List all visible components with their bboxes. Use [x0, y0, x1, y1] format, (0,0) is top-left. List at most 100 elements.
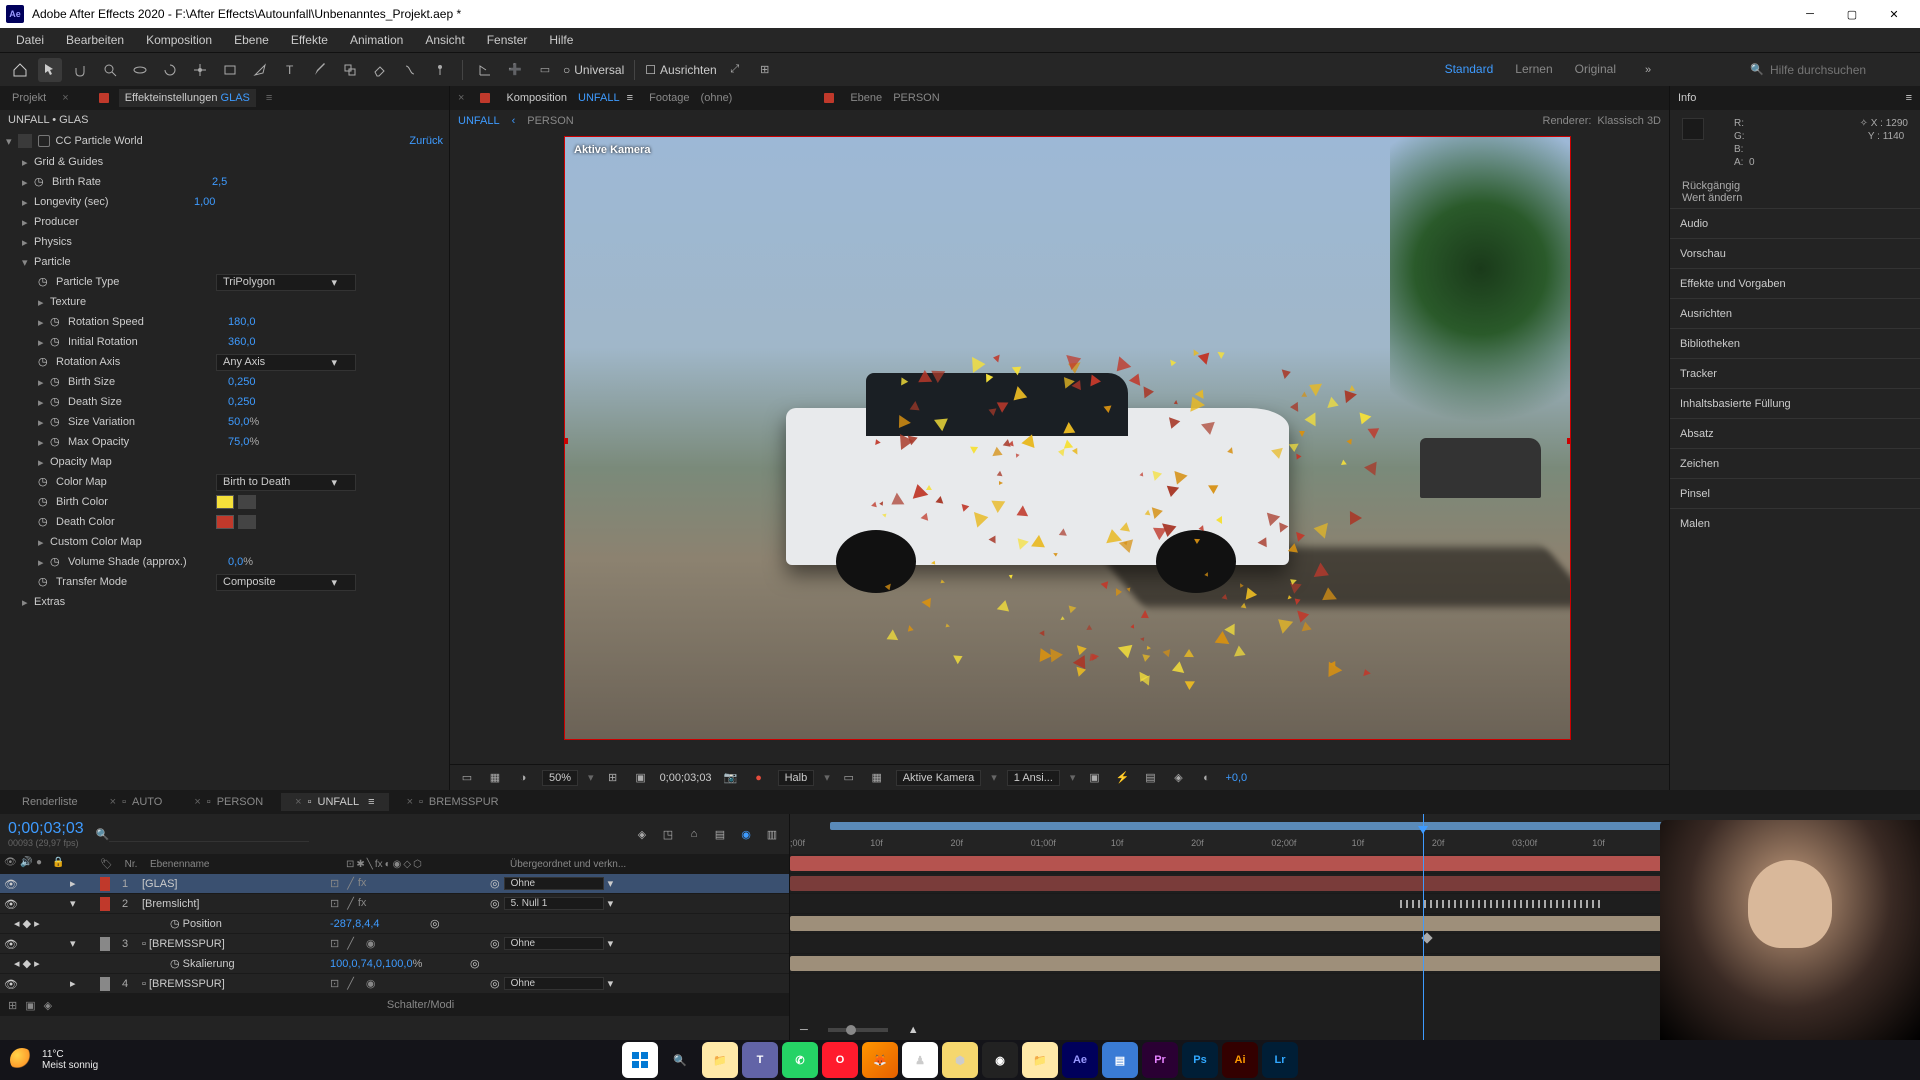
graph-editor-icon[interactable]: ▥ — [763, 825, 781, 843]
tab-bremsspur[interactable]: ×▫BREMSSPUR — [393, 793, 513, 811]
stopwatch-icon[interactable]: ◷ — [170, 918, 180, 930]
shy-icon[interactable]: ⌂ — [685, 825, 703, 843]
help-search-input[interactable] — [1770, 63, 1910, 77]
stopwatch-icon[interactable]: ◷ — [38, 275, 52, 289]
prop-initial-rotation-value[interactable]: 360,0 — [228, 336, 256, 348]
tab-footage[interactable]: Footage (ohne) — [649, 92, 732, 104]
twirl-icon[interactable]: ▾ — [70, 937, 76, 950]
timeline-icon[interactable]: ▤ — [1141, 769, 1159, 787]
camera-dropdown[interactable]: Aktive Kamera — [896, 770, 982, 786]
prop-value[interactable]: 100,0,74,0,100,0 — [330, 958, 413, 970]
prop-transfer-mode-dropdown[interactable]: Composite▾ — [216, 574, 356, 591]
panel-malen[interactable]: Malen — [1670, 508, 1920, 538]
panel-zeichen[interactable]: Zeichen — [1670, 448, 1920, 478]
col-lock-icon[interactable]: 🔒 — [52, 857, 66, 871]
timeline-timecode[interactable]: 0;00;03;03 — [8, 820, 84, 838]
type-tool[interactable]: T — [278, 58, 302, 82]
composition-viewer[interactable]: Aktive Kamera — [450, 132, 1669, 764]
snap-options-icon[interactable]: ⤢ — [723, 58, 747, 82]
col-audio-icon[interactable]: 🔊 — [20, 857, 34, 871]
twirl-icon[interactable]: ▸ — [22, 216, 34, 229]
switches-modes-toggle[interactable]: Schalter/Modi — [60, 999, 781, 1011]
roi-icon[interactable]: ▭ — [840, 769, 858, 787]
subtab-unfall[interactable]: UNFALL — [458, 115, 500, 127]
layer-prop-skalierung[interactable]: ◂ ◆ ▸ ◷ Skalierung 100,0,74,0,100,0% ◎ — [0, 954, 789, 974]
app-icon[interactable]: ⬢ — [942, 1042, 978, 1078]
rect-tool[interactable] — [218, 58, 242, 82]
tab-auto[interactable]: ×▫AUTO — [96, 793, 177, 811]
eye-icon[interactable]: 👁 — [4, 898, 16, 910]
toggle-switches-icon[interactable]: ⊞ — [8, 999, 17, 1012]
panel-inhaltsbasierte[interactable]: Inhaltsbasierte Füllung — [1670, 388, 1920, 418]
layer-color[interactable] — [100, 897, 110, 911]
switch-col-icon[interactable]: ⊡ — [346, 859, 354, 870]
twirl-icon[interactable]: ▸ — [38, 436, 50, 449]
col-label-icon[interactable]: 🏷 — [100, 859, 116, 870]
teams-icon[interactable]: T — [742, 1042, 778, 1078]
tab-ebene[interactable]: Ebene PERSON — [850, 92, 939, 104]
stopwatch-icon[interactable]: ◷ — [50, 395, 64, 409]
stopwatch-icon[interactable]: ◷ — [50, 315, 64, 329]
snap-grid-icon[interactable]: ⊞ — [753, 58, 777, 82]
switch-col-icon[interactable]: ⬡ — [413, 859, 422, 870]
timeline-search-input[interactable] — [109, 826, 309, 842]
view-axis-icon[interactable]: ▭ — [533, 58, 557, 82]
twirl-icon[interactable]: ▾ — [6, 135, 12, 148]
twirl-icon[interactable]: ▸ — [22, 156, 34, 169]
opera-icon[interactable]: O — [822, 1042, 858, 1078]
twirl-icon[interactable]: ▾ — [70, 897, 76, 910]
switch-col-icon[interactable]: fx — [375, 859, 383, 870]
twirl-icon[interactable]: ▸ — [38, 556, 50, 569]
fx-icon[interactable] — [18, 134, 32, 148]
panel-pinsel[interactable]: Pinsel — [1670, 478, 1920, 508]
prop-rotation-speed-value[interactable]: 180,0 — [228, 316, 256, 328]
work-area-bar[interactable] — [830, 822, 1694, 830]
prop-max-opacity-value[interactable]: 75,0% — [228, 436, 259, 448]
menu-hilfe[interactable]: Hilfe — [539, 30, 583, 50]
zoom-slider[interactable] — [828, 1028, 888, 1032]
playhead[interactable] — [1423, 814, 1424, 1040]
orbit-tool[interactable] — [128, 58, 152, 82]
pickwhip-icon[interactable]: ◎ — [490, 977, 500, 990]
tab-effekteinstellungen[interactable]: Effekteinstellungen GLAS — [119, 89, 256, 107]
pickwhip-icon[interactable]: ◎ — [470, 957, 480, 970]
pixel-aspect-icon[interactable]: ▣ — [1085, 769, 1103, 787]
twirl-icon[interactable]: ▸ — [70, 877, 76, 890]
menu-komposition[interactable]: Komposition — [136, 30, 222, 50]
exposure-reset-icon[interactable]: ◐ — [1197, 769, 1215, 787]
layer-row-bremsspur-1[interactable]: 👁▾ 3 ▫ [BREMSSPUR] ⊡╱◉ ◎Ohne▾ — [0, 934, 789, 954]
switch-col-icon[interactable]: ◉ — [393, 859, 402, 870]
layer-color[interactable] — [100, 877, 110, 891]
viewer-time[interactable]: 0;00;03;03 — [660, 772, 712, 784]
prop-color-map-dropdown[interactable]: Birth to Death▾ — [216, 474, 356, 491]
layer-name[interactable]: ▫ [BREMSSPUR] — [140, 938, 330, 950]
parent-dropdown[interactable]: Ohne — [504, 937, 604, 950]
prop-volume-shade-value[interactable]: 0,0% — [228, 556, 253, 568]
snapshot-icon[interactable]: 📷 — [722, 769, 740, 787]
prop-longevity-value[interactable]: 1,00 — [194, 196, 215, 208]
menu-ebene[interactable]: Ebene — [224, 30, 279, 50]
stopwatch-icon[interactable]: ◷ — [50, 335, 64, 349]
panel-tracker[interactable]: Tracker — [1670, 358, 1920, 388]
pickwhip-icon[interactable]: ◎ — [490, 937, 500, 950]
media-encoder-icon[interactable]: ▤ — [1102, 1042, 1138, 1078]
menu-effekte[interactable]: Effekte — [281, 30, 338, 50]
stopwatch-icon[interactable]: ◷ — [38, 575, 52, 589]
brush-tool[interactable] — [308, 58, 332, 82]
search-taskbar-icon[interactable]: 🔍 — [662, 1042, 698, 1078]
layer-row-bremslicht[interactable]: 👁▾ 2 [Bremslicht] ⊡╱fx ◎5. Null 1▾ — [0, 894, 789, 914]
workspace-more-icon[interactable]: » — [1636, 58, 1660, 82]
stopwatch-icon[interactable]: ◷ — [50, 435, 64, 449]
guide-icon[interactable]: ▣ — [632, 769, 650, 787]
prop-death-size-value[interactable]: 0,250 — [228, 396, 256, 408]
comp-tab-close[interactable]: × — [458, 92, 464, 104]
stopwatch-icon[interactable]: ◷ — [50, 415, 64, 429]
pickwhip-icon[interactable]: ◎ — [490, 897, 500, 910]
stopwatch-icon[interactable]: ◷ — [38, 355, 52, 369]
whatsapp-icon[interactable]: ✆ — [782, 1042, 818, 1078]
zoom-dropdown[interactable]: 50% — [542, 770, 578, 786]
renderer-dropdown[interactable]: Klassisch 3D — [1597, 115, 1661, 127]
transparency-icon[interactable]: ▦ — [868, 769, 886, 787]
eye-icon[interactable]: 👁 — [4, 878, 16, 890]
switch-col-icon[interactable]: ✱ — [356, 859, 364, 870]
